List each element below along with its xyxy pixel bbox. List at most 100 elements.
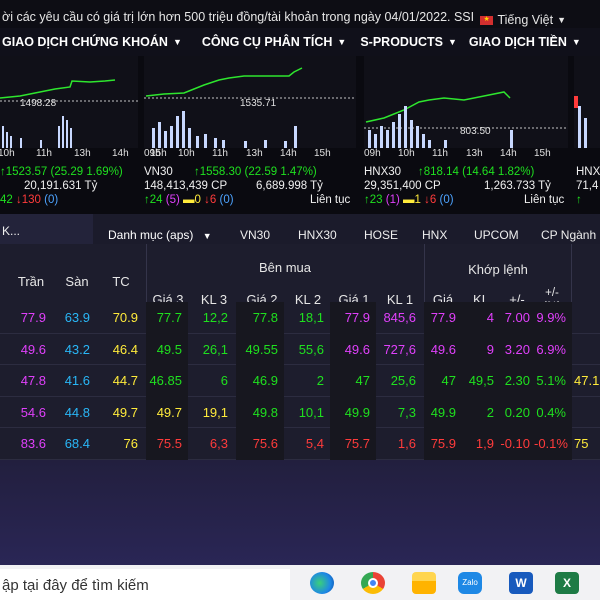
language-selector[interactable]: Tiếng Việt ▼ bbox=[480, 13, 566, 27]
tab-cp-nganh[interactable]: CP Ngành bbox=[541, 228, 596, 242]
time-tick: 11h bbox=[212, 148, 228, 159]
word-icon[interactable]: W bbox=[509, 572, 533, 594]
time-tick: 09h bbox=[144, 148, 161, 159]
chart-hnx[interactable]: HNX 71,4 ↑ bbox=[574, 56, 600, 214]
chevron-down-icon: ▼ bbox=[448, 37, 457, 47]
table-row[interactable]: 54.6 44.8 49.7 49.7 19,1 49.8 10,1 49.9 7,3 49.9 2… bbox=[0, 396, 600, 429]
bid-price-3: 77.7 bbox=[146, 302, 188, 334]
san-cell: 43.2 bbox=[64, 341, 90, 357]
match-change: 0.20 bbox=[500, 396, 536, 429]
index-breadth: 42 ↓130 (0) bbox=[0, 194, 59, 206]
table-row[interactable]: 83.6 68.4 76 75.5 6,3 75.6 5,4 75.7 1,6 75.9 1,9 -0… bbox=[0, 428, 600, 460]
header-khop-lenh: Khớp lệnh bbox=[468, 262, 528, 277]
tab-upcom[interactable]: UPCOM bbox=[474, 228, 519, 242]
nav-giao-dich-tien[interactable]: GIAO DỊCH TIỀN ▼ bbox=[467, 35, 589, 49]
san-cell: 41.6 bbox=[64, 373, 90, 389]
match-change-pct: 0.4% bbox=[534, 396, 572, 429]
index-change: ↑1523.57 (25.29 1.69%) bbox=[0, 166, 123, 178]
empty-area bbox=[0, 460, 600, 568]
table-row[interactable]: 49.6 43.2 46.4 49.5 26,1 49.55 55,6 49.6 727,6 49… bbox=[0, 333, 600, 366]
symbol-search-input[interactable]: K... bbox=[0, 214, 93, 244]
excel-icon[interactable]: X bbox=[555, 572, 579, 594]
index-volume: 29,351,400 CP bbox=[364, 180, 441, 192]
tab-hnx[interactable]: HNX bbox=[422, 228, 447, 242]
bid-vol-3: 6,3 bbox=[209, 436, 228, 452]
index-change: ↑818.14 (14.64 1.82%) bbox=[418, 166, 534, 178]
file-explorer-icon[interactable] bbox=[412, 572, 436, 594]
match-change-pct: -0.1% bbox=[534, 428, 572, 460]
floor-count: 0 bbox=[47, 194, 55, 206]
chart-vn30[interactable]: 1535.71 09h 10h 11h 13h 14h 15h VN30 ↑15… bbox=[144, 56, 356, 214]
down-count: 6 bbox=[429, 194, 437, 206]
match-price: 49.6 bbox=[424, 333, 462, 366]
index-name: HNX bbox=[576, 166, 600, 178]
bid-price-3: 75.5 bbox=[146, 428, 188, 460]
tab-hose[interactable]: HOSE bbox=[364, 228, 398, 242]
chevron-down-icon: ▼ bbox=[337, 37, 347, 47]
up-count: 24 bbox=[149, 194, 163, 206]
match-price: 47 bbox=[424, 365, 462, 397]
bid-vol-1: 25,6 bbox=[390, 373, 416, 389]
index-name: HNX30 bbox=[364, 166, 402, 178]
table-row[interactable]: 47.8 41.6 44.7 46.85 6 46.9 2 47 25,6 47 49,5 2.30 5… bbox=[0, 365, 600, 397]
tran-cell: 49.6 bbox=[20, 341, 46, 357]
match-change: 7.00 bbox=[500, 302, 536, 334]
nav-s-products[interactable]: S-PRODUCTS ▼ bbox=[358, 35, 465, 49]
bid-price-1: 49.6 bbox=[330, 333, 376, 366]
tc-cell: 49.7 bbox=[112, 404, 138, 420]
index-name: VN30 bbox=[144, 166, 173, 178]
index-value: 20,191.631 Tỷ bbox=[24, 180, 98, 192]
bid-vol-2: 10,1 bbox=[298, 404, 324, 420]
header-tc: TC bbox=[112, 274, 130, 289]
time-tick: 13h bbox=[246, 148, 263, 159]
nav-label: GIAO DỊCH TIỀN bbox=[468, 35, 567, 49]
watchlist-tabs: K... Danh mục (aps) ▼ VN30 HNX30 HOSE HN… bbox=[0, 214, 600, 244]
bid-price-2: 77.8 bbox=[236, 302, 284, 334]
time-tick: 15h bbox=[314, 148, 331, 159]
nav-giao-dich-chung-khoan[interactable]: GIAO DỊCH CHỨNG KHOÁN ▼ bbox=[0, 35, 190, 49]
nav-cong-cu-phan-tich[interactable]: CÔNG CỤ PHÂN TÍCH ▼ bbox=[200, 35, 354, 49]
tab-vn30[interactable]: VN30 bbox=[240, 228, 270, 242]
ceiling-count: 1 bbox=[389, 194, 396, 206]
chrome-icon[interactable] bbox=[361, 572, 385, 594]
match-price: 77.9 bbox=[424, 302, 462, 334]
taskbar-search-input[interactable]: ập tại đây để tìm kiếm bbox=[0, 569, 290, 600]
bid-vol-1: 1,6 bbox=[397, 436, 416, 452]
match-vol: 9 bbox=[462, 333, 500, 366]
edge-icon[interactable] bbox=[310, 572, 334, 594]
match-change-pct: 9.9% bbox=[534, 302, 572, 334]
down-count: 6 bbox=[209, 194, 217, 206]
ref-count: 0 bbox=[194, 194, 201, 206]
time-tick: 10h bbox=[398, 148, 415, 159]
index-status: Liên tục bbox=[524, 194, 565, 206]
zalo-icon[interactable]: Zalo bbox=[458, 572, 482, 594]
bid-price-1: 75.7 bbox=[330, 428, 376, 460]
chart-vnindex[interactable]: 1498.28 10h 11h 13h 14h 15h ↑1523.57 (25… bbox=[0, 56, 167, 214]
tc-cell: 46.4 bbox=[112, 341, 138, 357]
chart-level-label: 1498.28 bbox=[20, 98, 57, 109]
tab-danh-muc[interactable]: Danh mục (aps) ▼ bbox=[108, 228, 212, 242]
chart-level-label: 1535.71 bbox=[240, 98, 277, 109]
next-col-partial: 75 bbox=[574, 436, 589, 452]
bid-price-2: 49.8 bbox=[236, 396, 284, 429]
header-ben-mua: Bên mua bbox=[258, 260, 312, 275]
chevron-down-icon: ▼ bbox=[557, 15, 566, 25]
match-change: 2.30 bbox=[500, 365, 536, 397]
time-tick: 15h bbox=[534, 148, 551, 159]
chart-hnx30[interactable]: 803.50 09h 10h 11h 13h 14h 15h HNX30 ↑81… bbox=[364, 56, 568, 214]
next-col-partial bbox=[572, 302, 600, 334]
tc-cell: 76 bbox=[123, 436, 138, 452]
down-count: 130 bbox=[21, 194, 41, 206]
windows-taskbar: ập tại đây để tìm kiếm Zalo W X bbox=[0, 565, 600, 600]
header-san: Sàn bbox=[65, 274, 89, 289]
match-change: 3.20 bbox=[500, 333, 536, 366]
san-cell: 63.9 bbox=[64, 310, 90, 325]
match-vol: 4 bbox=[462, 302, 500, 334]
table-row[interactable]: 77.9 63.9 70.9 77.7 12,2 77.8 18,1 77.9 845,6 77.… bbox=[0, 302, 600, 334]
nav-label: CÔNG CỤ PHÂN TÍCH bbox=[201, 35, 333, 49]
bid-price-3: 49.7 bbox=[146, 396, 188, 429]
tab-hnx30[interactable]: HNX30 bbox=[298, 228, 337, 242]
up-count: 42 bbox=[0, 194, 13, 206]
ceiling-count: 5 bbox=[169, 194, 176, 206]
tc-cell: 44.7 bbox=[112, 373, 138, 389]
